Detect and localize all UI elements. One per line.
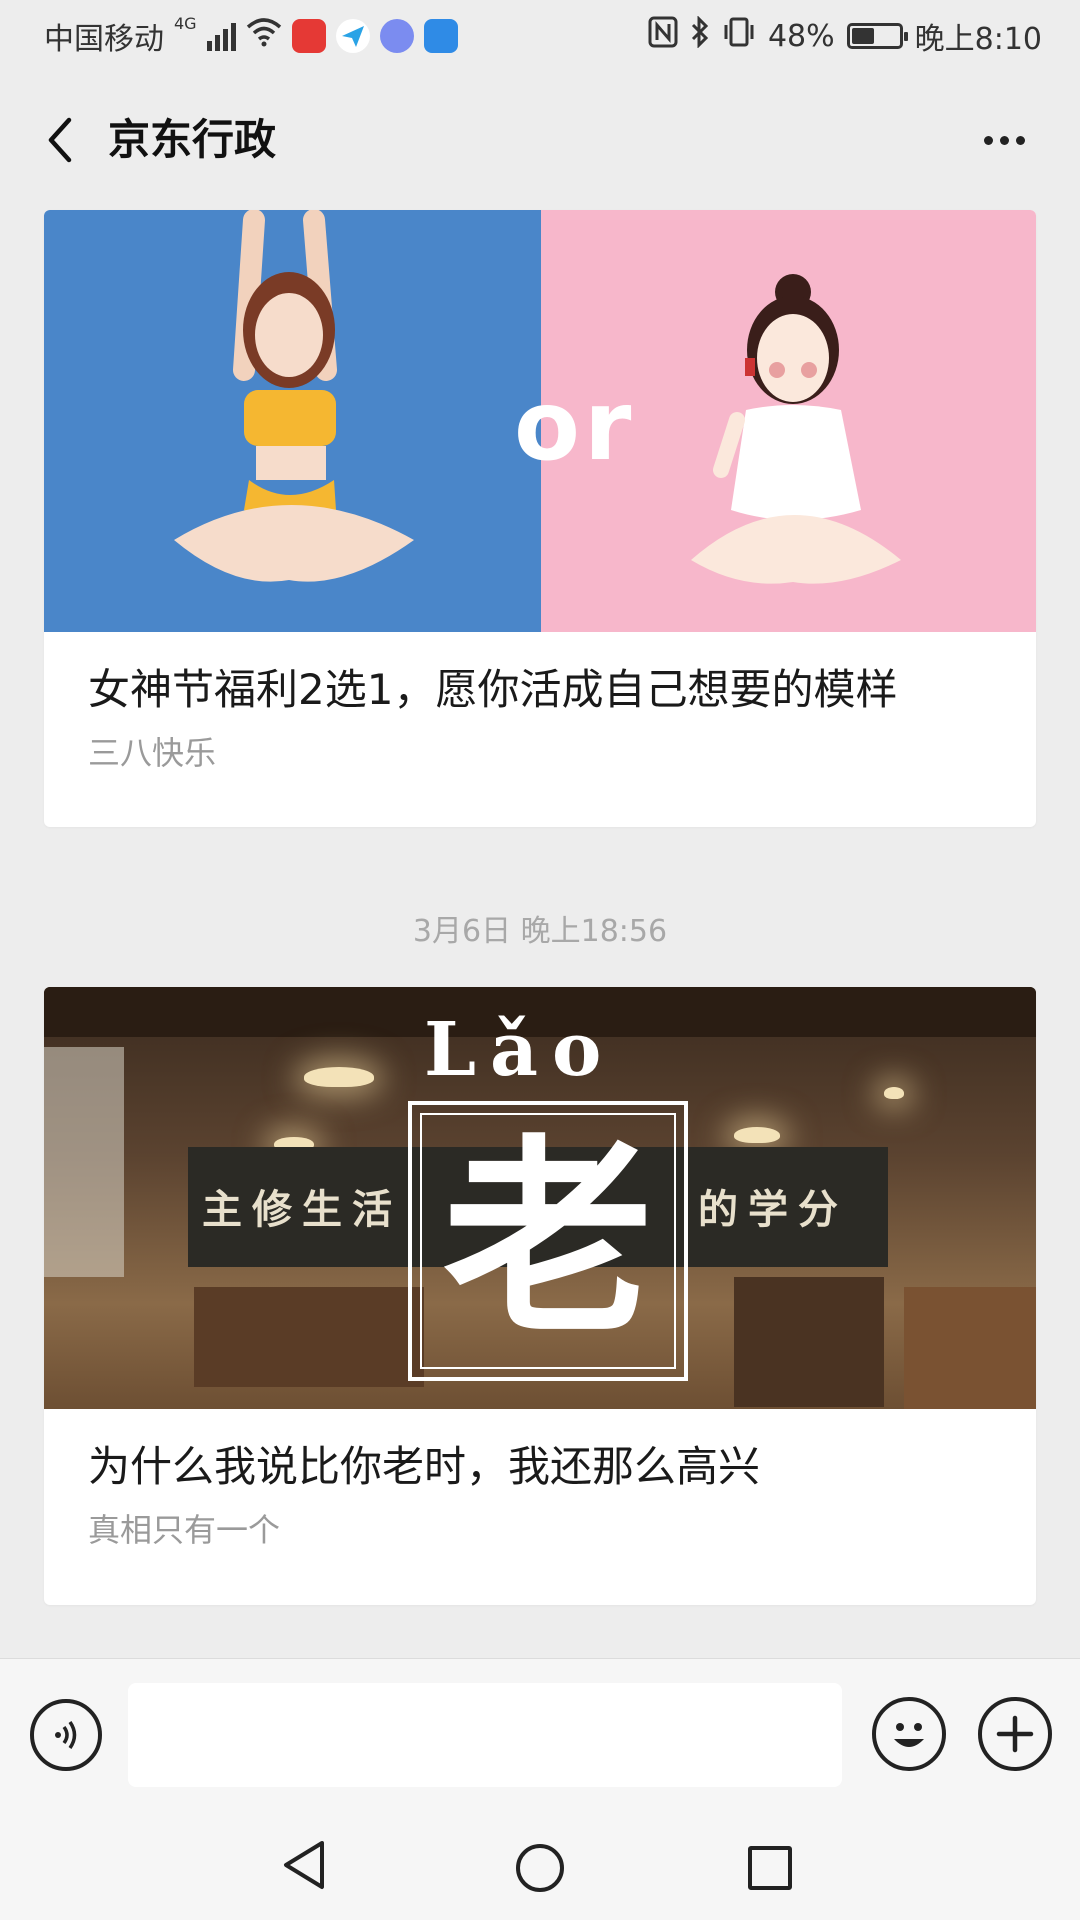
article-cover-image[interactable]: or — [44, 210, 1036, 632]
huawei-app-icon — [291, 19, 326, 53]
emoji-button[interactable] — [872, 1697, 946, 1771]
more-options-button[interactable] — [964, 108, 1044, 172]
article-subtitle: 三八快乐 — [88, 734, 217, 772]
article-card[interactable]: 主修生活 的学分 Lǎo 老 为什么我说比你老时，我还那么高兴 真相只有一个 — [44, 987, 1036, 1605]
article-card-body: 为什么我说比你老时，我还那么高兴 真相只有一个 — [44, 1409, 1036, 1551]
lamp-decoration — [304, 1067, 374, 1087]
lamp-decoration — [734, 1127, 780, 1143]
wifi-icon — [246, 17, 282, 55]
cover-or-text: or — [514, 370, 636, 482]
bookshelf-decoration — [734, 1277, 884, 1407]
vibrate-icon — [722, 16, 756, 56]
window-decoration — [44, 1047, 124, 1277]
carrier-label: 中国移动 — [44, 22, 164, 57]
chalk-text-left: 主修生活 — [202, 1186, 402, 1233]
chat-input-bar — [0, 1658, 1080, 1811]
article-card-body: 女神节福利2选1，愿你活成自己想要的模样 三八快乐 — [44, 632, 1036, 774]
more-dot — [999, 135, 1009, 145]
status-left: 中国移动 4G — [44, 14, 458, 58]
more-dot — [983, 135, 993, 145]
article-subtitle: 真相只有一个 — [88, 1511, 281, 1549]
signal-icon — [206, 21, 236, 51]
status-right: 48% 晚上8:10 — [648, 14, 1042, 58]
message-timestamp: 3月6日 晚上18:56 — [412, 914, 668, 949]
network-type: 4G — [174, 14, 197, 33]
chevron-left-icon — [48, 117, 72, 163]
status-bar: 中国移动 4G 48% 晚上8:10 — [0, 0, 1080, 74]
nav-home-icon[interactable] — [516, 1844, 564, 1892]
desk-decoration — [194, 1287, 424, 1387]
more-functions-button[interactable] — [978, 1697, 1052, 1771]
bluetooth-icon — [690, 15, 710, 56]
shield-app-icon — [423, 19, 458, 53]
clock: 晚上8:10 — [914, 22, 1042, 57]
battery-charging-icon — [846, 23, 908, 49]
nfc-icon — [648, 16, 678, 56]
nav-back-icon[interactable] — [280, 1838, 330, 1892]
voice-icon — [55, 1721, 77, 1749]
cover-character: 老 — [442, 1117, 653, 1362]
system-nav-bar — [0, 1810, 1080, 1920]
cover-pinyin: Lǎo — [424, 1007, 616, 1093]
chat-header: 京东行政 — [0, 90, 1080, 190]
more-dot — [1015, 135, 1025, 145]
article-cover-image[interactable]: 主修生活 的学分 Lǎo 老 — [44, 987, 1036, 1409]
plus-icon — [996, 1715, 1034, 1753]
article-title: 为什么我说比你老时，我还那么高兴 — [88, 1442, 761, 1491]
cabinet-decoration — [904, 1287, 1036, 1409]
voice-input-button[interactable] — [30, 1699, 102, 1771]
cover-left-panel — [44, 210, 541, 632]
lamp-decoration — [884, 1087, 904, 1099]
paper-plane-app-icon — [335, 19, 370, 53]
smiley-icon — [894, 1723, 924, 1747]
battery-fill — [851, 28, 874, 44]
music-app-icon — [379, 19, 414, 53]
message-input[interactable] — [128, 1683, 842, 1787]
article-title: 女神节福利2选1，愿你活成自己想要的模样 — [88, 665, 898, 714]
nav-recent-apps-icon[interactable] — [748, 1846, 792, 1890]
battery-percent: 48% — [767, 18, 835, 54]
back-button[interactable] — [30, 108, 90, 172]
article-card[interactable]: or 女神节福利2选1，愿你活成自己想要的模样 三八快乐 — [44, 210, 1036, 827]
page-title: 京东行政 — [108, 115, 277, 164]
yoga-woman-illustration — [174, 210, 414, 582]
chalk-text-right: 的学分 — [698, 1186, 848, 1233]
